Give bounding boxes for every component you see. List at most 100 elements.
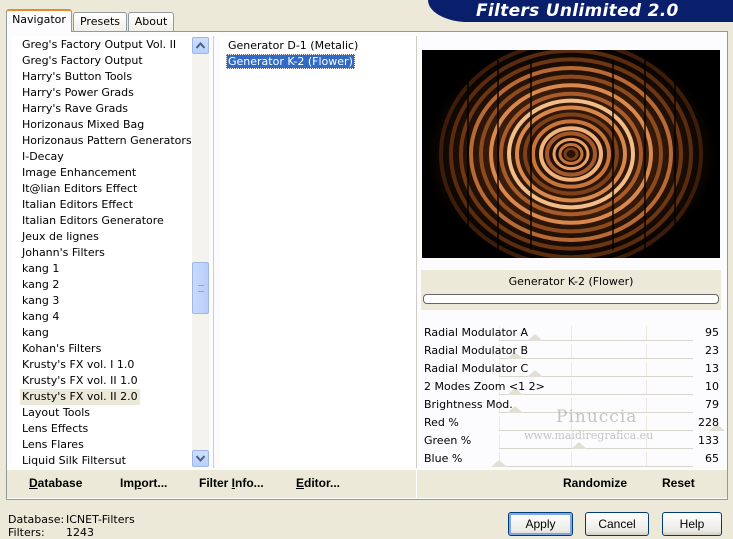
preview-image xyxy=(422,50,720,258)
filter-info-button[interactable]: Filter Info... xyxy=(199,476,264,490)
apply-button[interactable]: Apply xyxy=(508,512,573,536)
randomize-button[interactable]: Randomize xyxy=(563,476,627,490)
category-item[interactable]: Johann's Filters xyxy=(20,245,107,261)
parameter-row[interactable]: Radial Modulator C 13 xyxy=(421,360,721,378)
slider-tick xyxy=(646,380,647,394)
category-item[interactable]: Horizonaus Pattern Generators xyxy=(20,133,194,149)
parameter-value: 228 xyxy=(698,416,719,429)
parameter-value: 10 xyxy=(705,380,719,393)
category-item[interactable]: Krusty's FX vol. II 2.0 xyxy=(20,389,140,405)
category-item[interactable]: Jeux de lignes xyxy=(20,229,101,245)
slider-thumb[interactable] xyxy=(571,442,587,449)
category-item[interactable]: kang 2 xyxy=(20,277,61,293)
slider-track[interactable] xyxy=(499,466,693,467)
reset-button[interactable]: Reset xyxy=(662,476,695,490)
filter-list[interactable]: Generator D-1 (Metalic) Generator K-2 (F… xyxy=(220,36,416,468)
category-item[interactable]: kang 4 xyxy=(20,309,61,325)
slider-thumb[interactable] xyxy=(527,334,543,341)
category-item[interactable]: It@lian Editors Effect xyxy=(20,181,139,197)
import-button-label: ort... xyxy=(141,476,168,490)
filter-name-label: Generator K-2 (Flower) xyxy=(508,275,634,288)
category-item[interactable]: Layout Tools xyxy=(20,405,92,421)
parameter-value: 95 xyxy=(705,326,719,339)
flower-preview-graphic xyxy=(426,50,716,258)
parameter-value: 13 xyxy=(705,362,719,375)
filter-name-area: Generator K-2 (Flower) xyxy=(421,270,721,310)
parameter-row[interactable]: Blue % 65 xyxy=(421,450,721,468)
parameter-label: Brightness Mod. xyxy=(424,398,513,411)
category-item[interactable]: Krusty's FX vol. I 1.0 xyxy=(20,357,136,373)
tab-presets[interactable]: Presets xyxy=(73,12,127,31)
help-button[interactable]: Help xyxy=(662,512,722,536)
parameter-label: Green % xyxy=(424,434,472,447)
parameter-value: 133 xyxy=(698,434,719,447)
slider-thumb[interactable] xyxy=(491,460,507,467)
database-button[interactable]: Database xyxy=(29,476,82,490)
preview-line xyxy=(644,60,646,250)
watermark-name: Pinuccia xyxy=(556,407,638,427)
divider xyxy=(213,36,214,468)
category-scrollbar[interactable] xyxy=(192,37,209,467)
slider-tick xyxy=(646,344,647,358)
slider-tick xyxy=(571,326,572,340)
category-item[interactable]: Kohan's Filters xyxy=(20,341,103,357)
preview-line xyxy=(530,60,532,250)
category-item[interactable]: Harry's Rave Grads xyxy=(20,101,130,117)
category-item[interactable]: Image Enhancement xyxy=(20,165,138,181)
category-item[interactable]: Italian Editors Effect xyxy=(20,197,135,213)
category-item[interactable]: Lens Effects xyxy=(20,421,90,437)
preview-line xyxy=(612,60,614,250)
divider xyxy=(416,36,417,468)
filter-info-button-label: nfo... xyxy=(235,476,264,490)
scroll-thumb[interactable] xyxy=(192,262,209,314)
watermark-url: www.maidiregrafica.eu xyxy=(524,429,654,442)
scroll-down-button[interactable] xyxy=(192,450,209,467)
category-item[interactable]: Horizonaus Mixed Bag xyxy=(20,117,146,133)
category-item[interactable]: kang xyxy=(20,325,51,341)
category-item[interactable]: Krusty's FX vol. II 1.0 xyxy=(20,373,140,389)
tab-navigator[interactable]: Navigator xyxy=(6,9,72,32)
tab-about[interactable]: About xyxy=(128,12,174,31)
chevron-up-icon xyxy=(196,42,205,49)
category-item[interactable]: Harry's Power Grads xyxy=(20,85,136,101)
parameter-row[interactable]: Radial Modulator B 23 xyxy=(421,342,721,360)
slider-tick xyxy=(646,452,647,466)
title-banner: Filters Unlimited 2.0 xyxy=(428,0,733,22)
category-item[interactable]: Liquid Silk Filtersut xyxy=(20,453,128,468)
category-item[interactable]: Greg's Factory Output Vol. II xyxy=(20,37,178,53)
cancel-button[interactable]: Cancel xyxy=(585,512,649,536)
slider-tick xyxy=(499,416,500,430)
parameter-row[interactable]: 2 Modes Zoom <1 2> 10 xyxy=(421,378,721,396)
slider-thumb[interactable] xyxy=(527,370,543,377)
slider-track[interactable] xyxy=(499,448,693,449)
parameter-value: 65 xyxy=(705,452,719,465)
category-item[interactable]: Harry's Button Tools xyxy=(20,69,134,85)
import-button[interactable]: Import... xyxy=(120,476,167,490)
editor-button[interactable]: Editor... xyxy=(296,476,340,490)
filter-item-selected[interactable]: Generator K-2 (Flower) xyxy=(226,54,355,69)
parameter-value: 23 xyxy=(705,344,719,357)
category-list[interactable]: Greg's Factory Output Vol. II Greg's Fact… xyxy=(12,36,208,468)
editor-button-label: ditor... xyxy=(304,476,341,490)
filter-item[interactable]: Generator D-1 (Metalic) xyxy=(226,38,360,53)
slider-tick xyxy=(571,380,572,394)
parameter-value: 79 xyxy=(705,398,719,411)
slider-tick xyxy=(646,398,647,412)
parameter-label: Radial Modulator B xyxy=(424,344,529,357)
scroll-up-button[interactable] xyxy=(192,37,209,54)
preview-core xyxy=(567,150,575,158)
category-item[interactable]: kang 1 xyxy=(20,261,61,277)
app-title: Filters Unlimited 2.0 xyxy=(476,1,679,21)
category-item[interactable]: Lens Flares xyxy=(20,437,86,453)
slider-track[interactable] xyxy=(499,394,693,395)
category-item[interactable]: kang 3 xyxy=(20,293,61,309)
slider-tick xyxy=(499,434,500,448)
parameter-row[interactable]: Radial Modulator A 95 xyxy=(421,324,721,342)
category-item[interactable]: Italian Editors Generatore xyxy=(20,213,166,229)
database-button-accesskey: D xyxy=(29,476,38,490)
chevron-down-icon xyxy=(196,455,205,462)
category-item[interactable]: I-Decay xyxy=(20,149,66,165)
parameter-label: Radial Modulator C xyxy=(424,362,529,375)
slider-track[interactable] xyxy=(499,358,693,359)
category-item[interactable]: Greg's Factory Output xyxy=(20,53,145,69)
